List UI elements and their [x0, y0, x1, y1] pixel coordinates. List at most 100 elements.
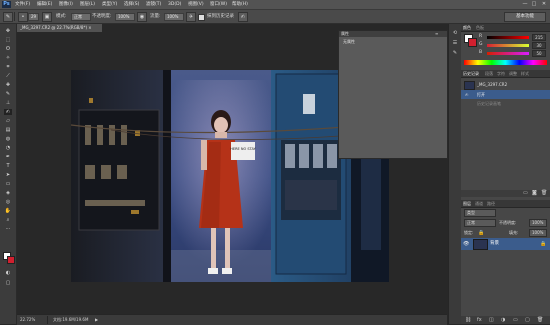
document-tab[interactable]: _MG_3297.CR2 @ 22.7%(RGB/8*) ×	[17, 24, 102, 32]
slider-r-value[interactable]: 215	[532, 34, 546, 41]
slider-g[interactable]	[487, 44, 529, 47]
menu-type[interactable]: 类型(Y)	[102, 1, 117, 8]
tab-character[interactable]: 字符	[497, 70, 505, 77]
tab-channels[interactable]: 通道	[475, 200, 483, 207]
move-tool-icon[interactable]: ✥	[4, 28, 12, 34]
airbrush-icon[interactable]: ✈	[186, 12, 196, 22]
menu-file[interactable]: 文件(F)	[15, 1, 30, 8]
color-spectrum-ramp[interactable]	[464, 60, 547, 65]
history-panel-icon[interactable]: ⟲	[451, 30, 459, 37]
document-size-info[interactable]: 文档:19.6M/19.6M	[53, 316, 88, 324]
menu-select[interactable]: 选择(S)	[124, 1, 139, 8]
tab-color[interactable]: 颜色	[463, 24, 471, 31]
crop-tool-icon[interactable]: ⌗	[4, 64, 12, 70]
minimize-button[interactable]: —	[521, 1, 529, 7]
tab-paths[interactable]: 路径	[487, 200, 495, 207]
fx-icon[interactable]: fx	[477, 316, 482, 324]
pressure-opacity-icon[interactable]: ◉	[137, 12, 147, 22]
menu-layer[interactable]: 图层(L)	[80, 1, 95, 8]
slider-g-value[interactable]: 30	[532, 42, 546, 49]
restore-button[interactable]: □	[530, 1, 538, 7]
healing-brush-tool-icon[interactable]: ✚	[4, 82, 12, 88]
close-button[interactable]: ✕	[540, 1, 548, 7]
brush-panel-icon[interactable]: ✎	[451, 50, 459, 57]
erase-history-checkbox[interactable]	[198, 14, 205, 21]
delete-layer-icon[interactable]: 🗑	[537, 316, 543, 324]
3d-camera-tool-icon[interactable]: ◎	[4, 199, 12, 205]
tab-history[interactable]: 历史记录	[463, 70, 479, 77]
background-color-swatch[interactable]	[7, 256, 15, 264]
brush-preset-icon[interactable]: •	[18, 12, 28, 22]
quick-select-tool-icon[interactable]: ✧	[4, 55, 12, 61]
3d-tool-icon[interactable]: ◈	[4, 190, 12, 196]
camera-icon[interactable]: ◙	[532, 190, 537, 197]
blend-mode-select[interactable]: 正常	[464, 219, 496, 227]
layer-fill-field[interactable]: 100%	[529, 229, 547, 237]
history-brush-tool-icon-active[interactable]: ✍	[4, 109, 12, 115]
tab-layers[interactable]: 图层	[463, 200, 471, 207]
menu-window[interactable]: 窗口(W)	[210, 1, 227, 8]
tab-swatches[interactable]: 色板	[476, 24, 484, 31]
more-tools-icon[interactable]: ⋯	[4, 226, 12, 232]
lasso-tool-icon[interactable]: ʘ	[4, 46, 12, 52]
new-layer-icon[interactable]: ▢	[525, 316, 530, 324]
screen-mode-icon[interactable]: ▢	[4, 280, 12, 286]
slider-b[interactable]	[487, 52, 529, 55]
brush-panel-icon[interactable]: ▣	[42, 12, 52, 22]
flow-field[interactable]: 100%	[164, 13, 184, 21]
tab-styles[interactable]: 样式	[521, 70, 529, 77]
properties-panel-header[interactable]: 属性 ≡	[339, 31, 447, 37]
menu-filter[interactable]: 滤镜(T)	[146, 1, 161, 8]
new-document-icon[interactable]: ▭	[523, 190, 528, 197]
blur-tool-icon[interactable]: ◍	[4, 136, 12, 142]
tab-adjustments[interactable]: 调整	[509, 70, 517, 77]
tab-paragraph[interactable]: 段落	[485, 70, 493, 77]
brush-size-field[interactable]: 29	[28, 13, 40, 21]
mode-select[interactable]: 正常	[71, 13, 91, 21]
status-arrow-icon[interactable]: ▶	[95, 316, 98, 324]
layer-opacity-field[interactable]: 100%	[529, 219, 547, 227]
history-item-brush[interactable]: 历史记录画笔	[461, 99, 550, 108]
type-tool-icon[interactable]: T	[4, 163, 12, 169]
menu-3d[interactable]: 3D(D)	[168, 1, 181, 8]
menu-view[interactable]: 视图(V)	[188, 1, 204, 8]
pen-tool-icon[interactable]: ✒	[4, 154, 12, 160]
tab-properties[interactable]: 属性	[341, 31, 349, 37]
history-snapshot-row[interactable]: _MG_3297.CR2	[461, 80, 550, 90]
trash-icon[interactable]: 🗑	[541, 190, 547, 197]
marquee-tool-icon[interactable]: ⬚	[4, 37, 12, 43]
layer-name[interactable]: 背景	[490, 238, 499, 250]
brush-tool-icon[interactable]: ✎	[4, 91, 12, 97]
pressure-size-icon[interactable]: ✍	[238, 12, 248, 22]
color-background-swatch[interactable]	[468, 38, 477, 47]
panel-menu-icon[interactable]: ≡	[435, 31, 438, 37]
folder-icon[interactable]: ▭	[513, 316, 518, 324]
mask-icon[interactable]: ◫	[489, 316, 494, 324]
dodge-tool-icon[interactable]: ◔	[4, 145, 12, 151]
clone-stamp-tool-icon[interactable]: ⊥	[4, 100, 12, 106]
shape-tool-icon[interactable]: ▭	[4, 181, 12, 187]
opacity-field[interactable]: 100%	[115, 13, 135, 21]
workspace-select[interactable]: 基本功能	[504, 12, 546, 22]
menu-edit[interactable]: 编辑(E)	[37, 1, 52, 8]
zoom-level[interactable]: 22.72%	[20, 316, 35, 324]
path-select-tool-icon[interactable]: ➤	[4, 172, 12, 178]
history-brush-tool-icon[interactable]: ✎	[3, 12, 13, 22]
link-icon[interactable]: ⛓	[465, 316, 471, 324]
eraser-tool-icon[interactable]: ▱	[4, 118, 12, 124]
quick-mask-icon[interactable]: ◐	[4, 270, 12, 276]
menu-image[interactable]: 图像(I)	[59, 1, 73, 8]
history-item-open[interactable]: ✍ 打开	[461, 90, 550, 99]
slider-r[interactable]	[487, 36, 529, 39]
menu-help[interactable]: 帮助(H)	[232, 1, 248, 8]
hand-tool-icon[interactable]: ✋	[4, 208, 12, 214]
adjustment-icon[interactable]: ◑	[501, 316, 505, 324]
eyedropper-tool-icon[interactable]: ⟋	[4, 73, 12, 79]
layer-kind-filter[interactable]: 类型	[464, 209, 496, 217]
properties-panel-icon[interactable]: ☰	[451, 40, 459, 47]
zoom-tool-icon[interactable]: ⌕	[4, 217, 12, 223]
slider-b-value[interactable]: 50	[532, 50, 546, 57]
layer-row[interactable]: 👁 背景 🔒	[461, 238, 550, 250]
eye-icon[interactable]: 👁	[463, 241, 469, 247]
history-brush-source-icon[interactable]: ✍	[465, 90, 468, 99]
